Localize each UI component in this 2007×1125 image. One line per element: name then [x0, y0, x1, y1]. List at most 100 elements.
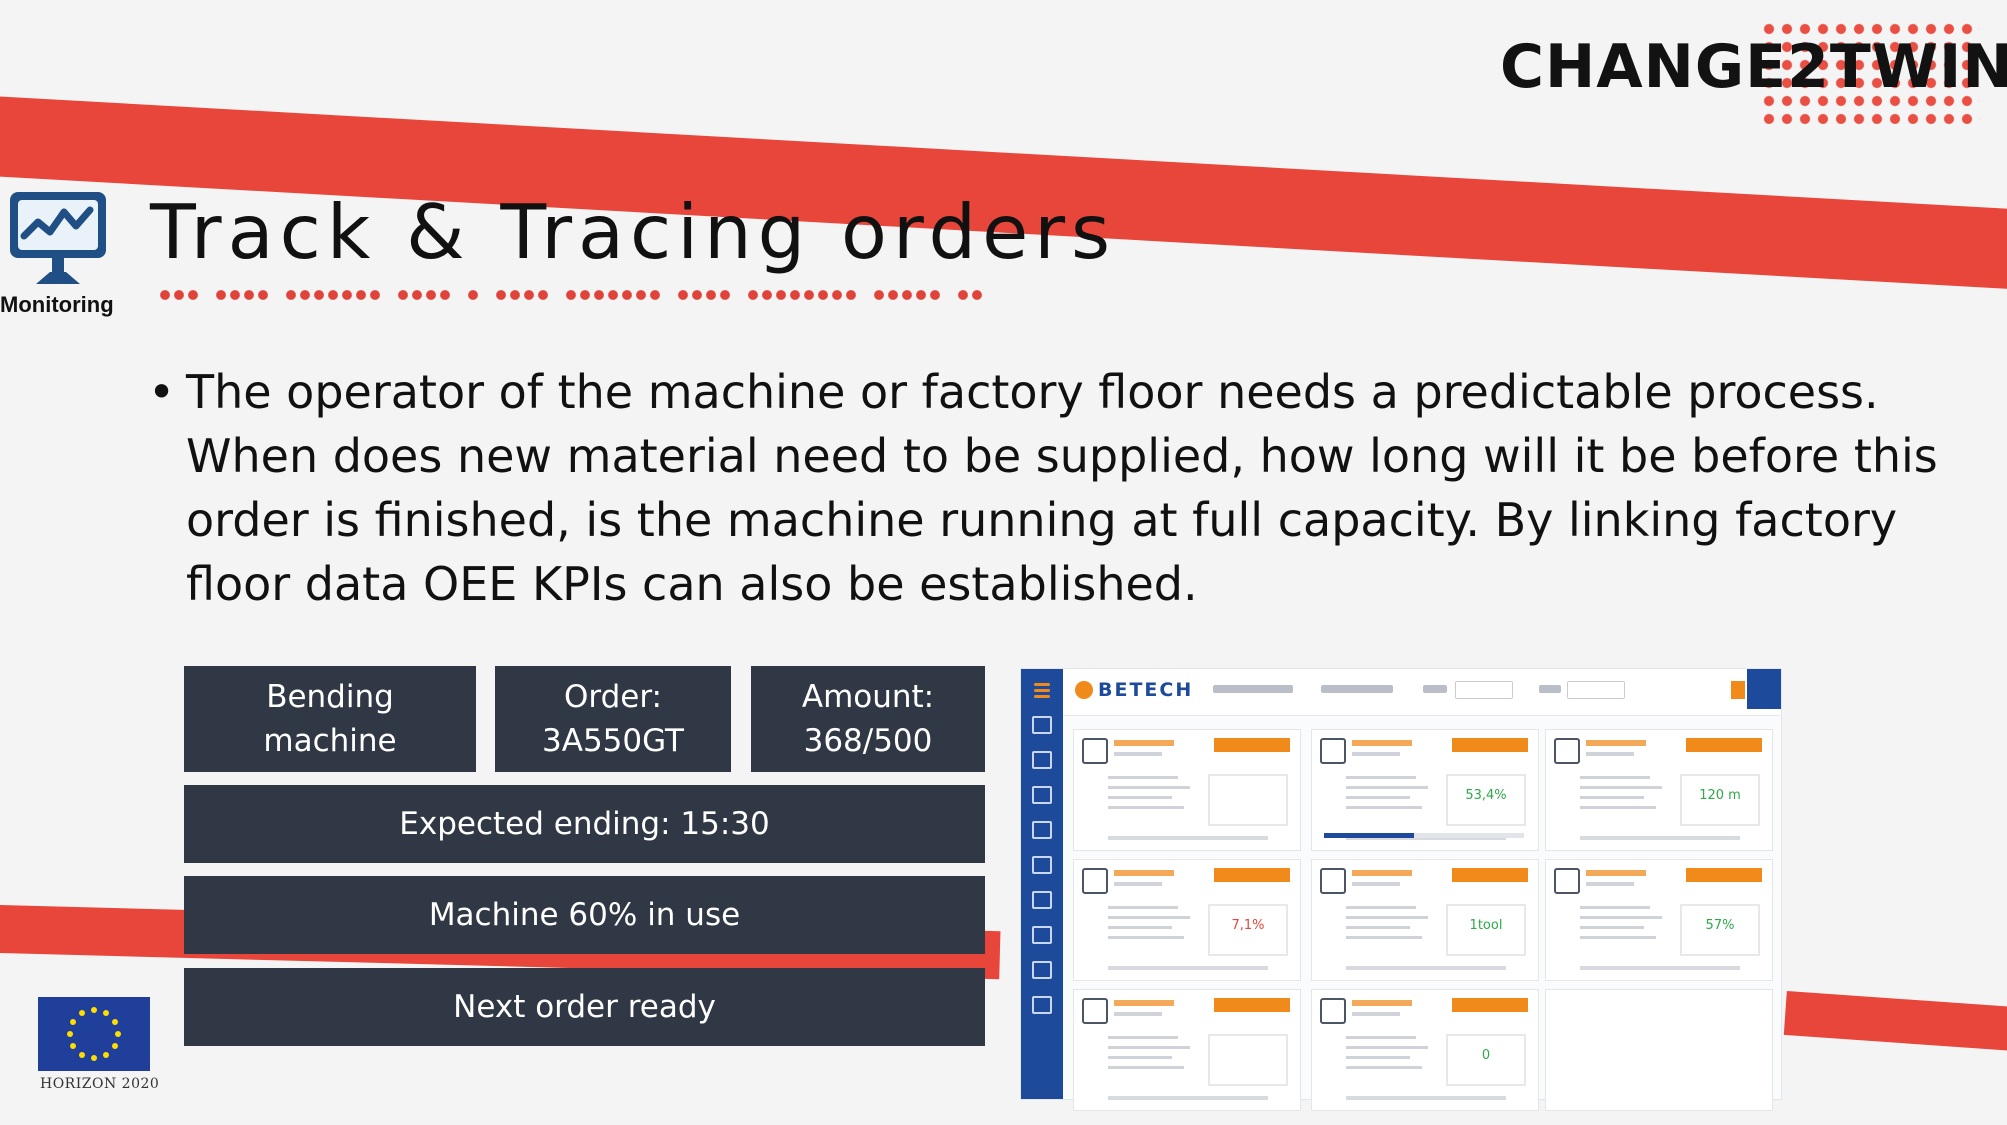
- card-title: [1114, 1000, 1174, 1006]
- grid-icon: [1032, 716, 1052, 734]
- card-kpi-box: [1208, 774, 1288, 826]
- monitoring-label: Monitoring: [0, 292, 114, 317]
- card-kpi-box: 1tool: [1446, 904, 1526, 956]
- card-line: [1580, 796, 1644, 799]
- card-status-badge: [1214, 738, 1290, 752]
- card-footer: [1108, 1096, 1268, 1100]
- tile-expected-ending: Expected ending: 15:30: [184, 785, 985, 863]
- card-kpi-box: [1208, 1034, 1288, 1086]
- dashboard-card[interactable]: 53,4%: [1311, 729, 1539, 851]
- card-line: [1108, 936, 1184, 939]
- tile-order-line1: Order:: [563, 679, 662, 715]
- dashboard-card[interactable]: [1073, 989, 1301, 1111]
- title-dotted-underline: [158, 290, 984, 300]
- dashboard-card[interactable]: 120 m: [1545, 729, 1773, 851]
- card-line: [1108, 926, 1172, 929]
- notification-bell-button[interactable]: [1747, 669, 1781, 709]
- card-subtitle: [1352, 752, 1400, 756]
- bullet-marker: •: [148, 365, 176, 419]
- tile-machine-line1: Bending: [266, 679, 394, 715]
- card-subtitle: [1352, 1012, 1400, 1016]
- card-line: [1580, 776, 1650, 779]
- betech-dashboard: BETECH 53,4% 120 m 7,1% 1tool 57% 0: [1020, 668, 1782, 1111]
- card-kpi-value: 57%: [1705, 918, 1735, 933]
- card-kpi-value: 1tool: [1469, 918, 1503, 933]
- clipboard-icon: [1032, 926, 1052, 944]
- card-progress-fill: [1324, 833, 1414, 838]
- card-line: [1346, 936, 1422, 939]
- dashboard-card[interactable]: 0: [1311, 989, 1539, 1111]
- users-icon: [1032, 961, 1052, 979]
- card-line: [1346, 1056, 1410, 1059]
- card-line: [1346, 1066, 1422, 1069]
- card-title: [1352, 1000, 1412, 1006]
- change2twin-logo: CHANGE2TWIN: [1500, 20, 2007, 124]
- card-subtitle: [1586, 882, 1634, 886]
- header-field-order: [1321, 685, 1393, 693]
- clipboard-icon: [1554, 868, 1580, 894]
- card-line: [1346, 806, 1422, 809]
- card-line: [1346, 776, 1416, 779]
- tool-icon: [1320, 868, 1346, 894]
- card-line: [1580, 906, 1650, 909]
- tile-order-line2: 3A550GT: [542, 723, 684, 759]
- bullet-text: The operator of the machine or factory f…: [186, 365, 1938, 611]
- document-icon: [1032, 751, 1052, 769]
- card-line: [1108, 1066, 1184, 1069]
- card-title: [1352, 870, 1412, 876]
- card-line: [1108, 916, 1190, 919]
- card-line: [1346, 926, 1410, 929]
- material-icon: [1554, 738, 1580, 764]
- material-icon: [1032, 821, 1052, 839]
- card-kpi-value: 120 m: [1699, 788, 1741, 803]
- ruler-icon: [1082, 868, 1108, 894]
- tools-input[interactable]: [1567, 681, 1625, 699]
- card-line: [1346, 916, 1428, 919]
- dashboard-card[interactable]: 1tool: [1311, 859, 1539, 981]
- card-title: [1114, 870, 1174, 876]
- card-footer: [1108, 966, 1268, 970]
- dashboard-card[interactable]: [1073, 729, 1301, 851]
- eu-flag-icon: [38, 997, 150, 1071]
- hourglass-icon: [1032, 786, 1052, 804]
- header-field-machine: [1213, 685, 1293, 693]
- card-title: [1352, 740, 1412, 746]
- card-kpi-box: 0: [1446, 1034, 1526, 1086]
- card-line: [1108, 1056, 1172, 1059]
- card-subtitle: [1586, 752, 1634, 756]
- slide-title: Track & Tracing orders: [150, 188, 1117, 276]
- bullet-point: • The operator of the machine or factory…: [148, 360, 1948, 616]
- hourglass-icon: [1320, 738, 1346, 764]
- card-status-badge: [1452, 998, 1528, 1012]
- card-kpi-value: 53,4%: [1465, 788, 1507, 803]
- card-title: [1586, 870, 1646, 876]
- card-line: [1346, 786, 1428, 789]
- status-select[interactable]: [1455, 681, 1513, 699]
- tile-machine-usage: Machine 60% in use: [184, 876, 985, 954]
- dashboard-card[interactable]: 7,1%: [1073, 859, 1301, 981]
- card-line: [1580, 916, 1662, 919]
- monitoring-badge: Monitoring: [0, 188, 130, 323]
- card-progress-bar: [1324, 833, 1524, 838]
- red-band-right: [1783, 990, 2007, 1054]
- card-subtitle: [1352, 882, 1400, 886]
- card-line: [1580, 806, 1656, 809]
- card-status-badge: [1686, 738, 1762, 752]
- card-title: [1586, 740, 1646, 746]
- card-title: [1114, 740, 1174, 746]
- card-status-badge: [1214, 868, 1290, 882]
- users-icon: [1082, 998, 1108, 1024]
- header-field-status-label: [1423, 685, 1447, 693]
- card-kpi-box: 120 m: [1680, 774, 1760, 826]
- tile-amount: Amount: 368/500: [751, 666, 985, 772]
- card-footer: [1346, 1096, 1506, 1100]
- card-line: [1108, 806, 1184, 809]
- dashboard-card[interactable]: 57%: [1545, 859, 1773, 981]
- card-line: [1108, 786, 1190, 789]
- card-footer: [1108, 836, 1268, 840]
- card-line: [1108, 1046, 1190, 1049]
- betech-logo: BETECH: [1075, 679, 1193, 701]
- card-line: [1346, 906, 1416, 909]
- card-status-badge: [1686, 868, 1762, 882]
- betech-logo-icon: [1075, 681, 1093, 699]
